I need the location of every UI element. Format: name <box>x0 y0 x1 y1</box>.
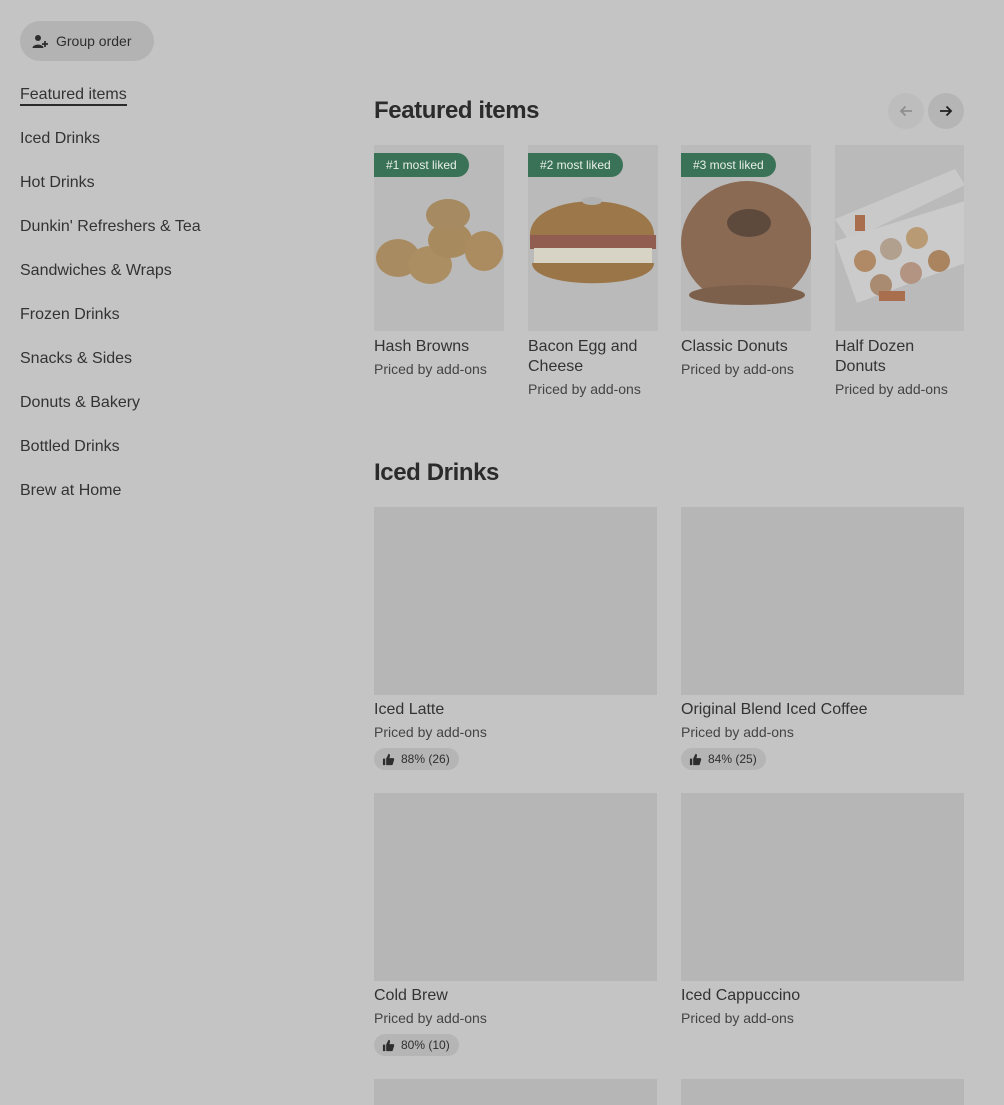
item-image: #1 most liked <box>374 145 504 331</box>
sidebar-item-label: Iced Drinks <box>20 130 101 147</box>
rating-badge: 88% (26) <box>374 748 459 770</box>
item-price: Priced by add-ons <box>681 724 794 740</box>
sidebar-item-bottled-drinks[interactable]: Bottled Drinks <box>20 434 280 478</box>
featured-item-card[interactable]: #3 most liked Classic Donuts Priced by a… <box>681 145 811 379</box>
group-order-label: Group order <box>56 33 132 49</box>
sidebar-item-refreshers-tea[interactable]: Dunkin' Refreshers & Tea <box>20 214 280 258</box>
item-image-placeholder <box>681 793 964 981</box>
menu-item-card[interactable]: Original Blend Iced Coffee Priced by add… <box>681 507 964 771</box>
menu-item-card[interactable]: Iced Cappuccino Priced by add-ons <box>681 793 964 1028</box>
rating-badge: 84% (25) <box>681 748 766 770</box>
sidebar-item-label: Sandwiches & Wraps <box>20 262 172 279</box>
item-image-placeholder <box>681 507 964 695</box>
sidebar-item-label: Snacks & Sides <box>20 350 133 367</box>
item-image <box>835 145 964 331</box>
sidebar-item-donuts-bakery[interactable]: Donuts & Bakery <box>20 390 280 434</box>
item-price: Priced by add-ons <box>528 381 641 397</box>
item-name: Iced Latte <box>374 701 445 718</box>
featured-carousel: #1 most liked Hash Browns Priced by add-… <box>374 145 964 415</box>
carousel-prev-button[interactable] <box>888 93 924 129</box>
item-price: Priced by add-ons <box>374 724 487 740</box>
featured-item-card[interactable]: #1 most liked Hash Browns Priced by add-… <box>374 145 504 379</box>
most-liked-badge: #3 most liked <box>681 153 776 177</box>
rating-text: 84% (25) <box>708 752 757 766</box>
item-name: Bacon Egg and Cheese <box>528 338 638 375</box>
sidebar-item-snacks-sides[interactable]: Snacks & Sides <box>20 346 280 390</box>
featured-item-card[interactable]: #2 most liked Bacon Egg and Cheese Price… <box>528 145 658 399</box>
menu-item-card[interactable] <box>374 1079 657 1105</box>
item-name: Original Blend Iced Coffee <box>681 701 868 718</box>
sidebar-item-hot-drinks[interactable]: Hot Drinks <box>20 170 280 214</box>
rating-text: 80% (10) <box>401 1038 450 1052</box>
item-name: Hash Browns <box>374 338 470 355</box>
most-liked-badge: #1 most liked <box>374 153 469 177</box>
sidebar-item-brew-at-home[interactable]: Brew at Home <box>20 478 280 522</box>
item-image: #3 most liked <box>681 145 811 331</box>
item-price: Priced by add-ons <box>681 1010 794 1026</box>
menu-item-card[interactable]: Cold Brew Priced by add-ons 80% (10) <box>374 793 657 1057</box>
group-order-button[interactable]: Group order <box>20 21 154 61</box>
item-price: Priced by add-ons <box>681 361 794 377</box>
featured-item-card[interactable]: Half Dozen Donuts Priced by add-ons <box>835 145 964 399</box>
sidebar-item-sandwiches-wraps[interactable]: Sandwiches & Wraps <box>20 258 280 302</box>
sidebar-item-label: Bottled Drinks <box>20 438 120 455</box>
item-price: Priced by add-ons <box>835 381 948 397</box>
menu-item-card[interactable]: Iced Latte Priced by add-ons 88% (26) <box>374 507 657 771</box>
sidebar-item-label: Donuts & Bakery <box>20 394 141 411</box>
item-price: Priced by add-ons <box>374 1010 487 1026</box>
sidebar-item-iced-drinks[interactable]: Iced Drinks <box>20 126 280 170</box>
item-name: Cold Brew <box>374 987 448 1004</box>
sidebar-item-frozen-drinks[interactable]: Frozen Drinks <box>20 302 280 346</box>
carousel-next-button[interactable] <box>928 93 964 129</box>
item-name: Classic Donuts <box>681 338 788 355</box>
thumbs-up-icon <box>382 753 395 765</box>
arrow-right-icon <box>940 105 953 117</box>
most-liked-badge: #2 most liked <box>528 153 623 177</box>
item-image-placeholder <box>374 793 657 981</box>
sidebar-item-label: Hot Drinks <box>20 174 95 191</box>
rating-badge: 80% (10) <box>374 1034 459 1056</box>
sidebar-item-label: Dunkin' Refreshers & Tea <box>20 218 201 235</box>
arrow-left-icon <box>899 105 912 117</box>
item-image-placeholder <box>374 507 657 695</box>
item-price: Priced by add-ons <box>374 361 487 377</box>
item-name: Iced Cappuccino <box>681 987 801 1004</box>
featured-section-title: Featured items <box>374 97 540 124</box>
donut-box-image <box>835 169 964 303</box>
item-image-placeholder <box>374 1079 657 1105</box>
category-sidebar: Featured items Iced Drinks Hot Drinks Du… <box>20 82 280 522</box>
sidebar-item-label: Brew at Home <box>20 482 122 499</box>
item-name: Half Dozen Donuts <box>835 338 915 375</box>
sidebar-item-label: Featured items <box>20 86 127 106</box>
thumbs-up-icon <box>689 753 702 765</box>
iced-drinks-section-title: Iced Drinks <box>374 459 499 486</box>
sidebar-item-label: Frozen Drinks <box>20 306 120 323</box>
rating-text: 88% (26) <box>401 752 450 766</box>
thumbs-up-icon <box>382 1039 395 1051</box>
item-image: #2 most liked <box>528 145 658 331</box>
sidebar-item-featured-items[interactable]: Featured items <box>20 82 280 126</box>
add-person-icon <box>32 35 48 48</box>
menu-item-card[interactable] <box>681 1079 964 1105</box>
item-image-placeholder <box>681 1079 964 1105</box>
